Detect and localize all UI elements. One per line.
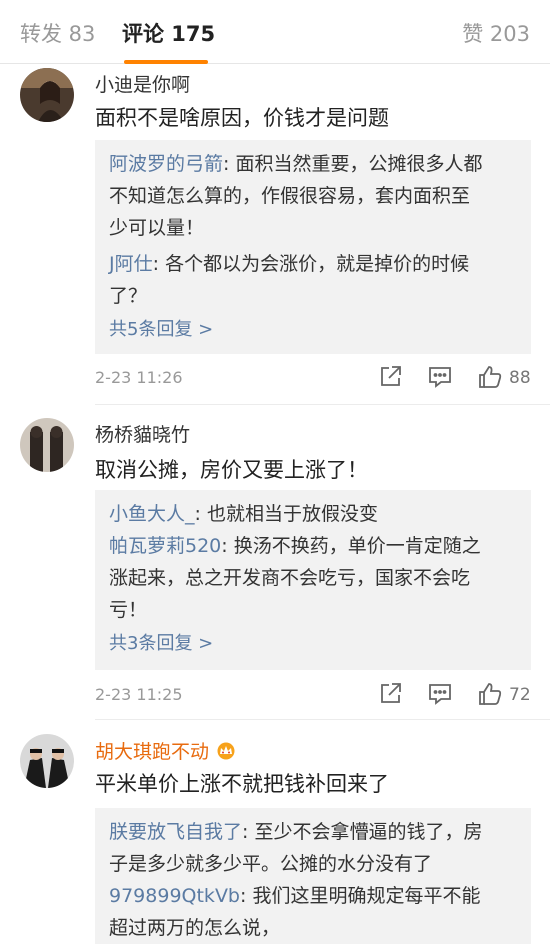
reply-text: 亏！ <box>109 599 148 621</box>
tab-comments[interactable]: 评论 175 <box>122 18 215 48</box>
reply-text: 换汤不换药，单价一肯定随之 <box>233 535 481 557</box>
reply-box[interactable]: 阿波罗的弓箭: 面积当然重要，公摊很多人都 不知道怎么算的，作假很容易，套内面积… <box>95 140 531 354</box>
reply-text: 涨起来，总之开发商不会吃亏，国家不会吃 <box>109 567 471 589</box>
comment-icon[interactable] <box>427 364 455 392</box>
active-tab-indicator <box>124 60 208 64</box>
reply-text: 了？ <box>109 285 148 307</box>
reply-text: 超过两万的怎么说， <box>109 917 281 939</box>
comment-icon[interactable] <box>427 681 455 709</box>
reply-item[interactable]: 朕要放飞自我了: 至少不会拿懵逼的钱了，房 子是多少就多少平。公摊的水分没有了 <box>109 816 517 880</box>
username-text[interactable]: 胡大琪跑不动 <box>95 741 209 763</box>
username[interactable]: 杨桥貓晓竹 <box>95 420 190 447</box>
vip-crown-icon <box>215 742 237 760</box>
comment-time: 2-23 11:25 <box>95 685 183 704</box>
comment-meta: 2-23 11:25 72 <box>95 681 531 711</box>
reply-text: 也就相当于放假没变 <box>206 503 378 525</box>
reply-item[interactable]: 阿波罗的弓箭: 面积当然重要，公摊很多人都 不知道怎么算的，作假很容易，套内面积… <box>109 148 517 244</box>
like-count: 88 <box>509 368 531 388</box>
reply-username[interactable]: 帕瓦萝莉520 <box>109 535 221 557</box>
comment-meta: 2-23 11:26 88 <box>95 364 531 394</box>
share-icon[interactable] <box>377 364 405 392</box>
reply-item[interactable]: 979899QtkVb: 我们这里明确规定每平不能 超过两万的怎么说， <box>109 880 517 944</box>
reply-text: 不知道怎么算的，作假很容易，套内面积至 <box>109 185 471 207</box>
reply-username[interactable]: 小鱼大人_ <box>109 503 195 525</box>
avatar[interactable] <box>20 734 74 788</box>
more-replies-link[interactable]: 共5条回复 > <box>109 314 517 346</box>
like-count: 72 <box>509 685 531 705</box>
reply-text: 至少不会拿懵逼的钱了，房 <box>254 821 483 843</box>
comment-text: 面积不是啥原因，价钱才是问题 <box>95 106 389 130</box>
reply-box[interactable]: 小鱼大人_: 也就相当于放假没变 帕瓦萝莉520: 换汤不换药，单价一肯定随之 … <box>95 490 531 670</box>
divider <box>95 404 550 405</box>
share-icon[interactable] <box>377 681 405 709</box>
username[interactable]: 胡大琪跑不动 <box>95 737 237 764</box>
divider <box>95 719 550 720</box>
reply-username[interactable]: 朕要放飞自我了 <box>109 821 242 843</box>
like-icon[interactable] <box>477 364 505 392</box>
comment-text: 取消公摊，房价又要上涨了！ <box>95 458 368 482</box>
tab-repost[interactable]: 转发 83 <box>20 18 95 48</box>
like-icon[interactable] <box>477 681 505 709</box>
reply-text: 我们这里明确规定每平不能 <box>252 885 481 907</box>
reply-item[interactable]: J阿仕: 各个都以为会涨价，就是掉价的时候 了？ <box>109 248 517 312</box>
more-replies-link[interactable]: 共3条回复 > <box>109 628 517 660</box>
reply-item[interactable]: 帕瓦萝莉520: 换汤不换药，单价一肯定随之 涨起来，总之开发商不会吃亏，国家不… <box>109 530 517 626</box>
avatar[interactable] <box>20 418 74 472</box>
avatar[interactable] <box>20 68 74 122</box>
reply-text: 少可以量！ <box>109 217 205 239</box>
reply-username[interactable]: J阿仕 <box>109 253 153 275</box>
reply-text: 子是多少就多少平。公摊的水分没有了 <box>109 853 433 875</box>
comment-text: 平米单价上涨不就把钱补回来了 <box>95 772 389 796</box>
reply-username[interactable]: 979899QtkVb <box>109 885 240 907</box>
tab-likes[interactable]: 赞 203 <box>462 18 530 48</box>
reply-text: 各个都以为会涨价，就是掉价的时候 <box>165 253 470 275</box>
reply-text: 面积当然重要，公摊很多人都 <box>235 153 483 175</box>
reply-box[interactable]: 朕要放飞自我了: 至少不会拿懵逼的钱了，房 子是多少就多少平。公摊的水分没有了 … <box>95 808 531 944</box>
reply-item[interactable]: 小鱼大人_: 也就相当于放假没变 <box>109 498 517 530</box>
reply-username[interactable]: 阿波罗的弓箭 <box>109 153 223 175</box>
username[interactable]: 小迪是你啊 <box>95 70 190 97</box>
comment-time: 2-23 11:26 <box>95 368 183 387</box>
comment-tabs: 转发 83 评论 175 赞 203 <box>0 0 550 64</box>
